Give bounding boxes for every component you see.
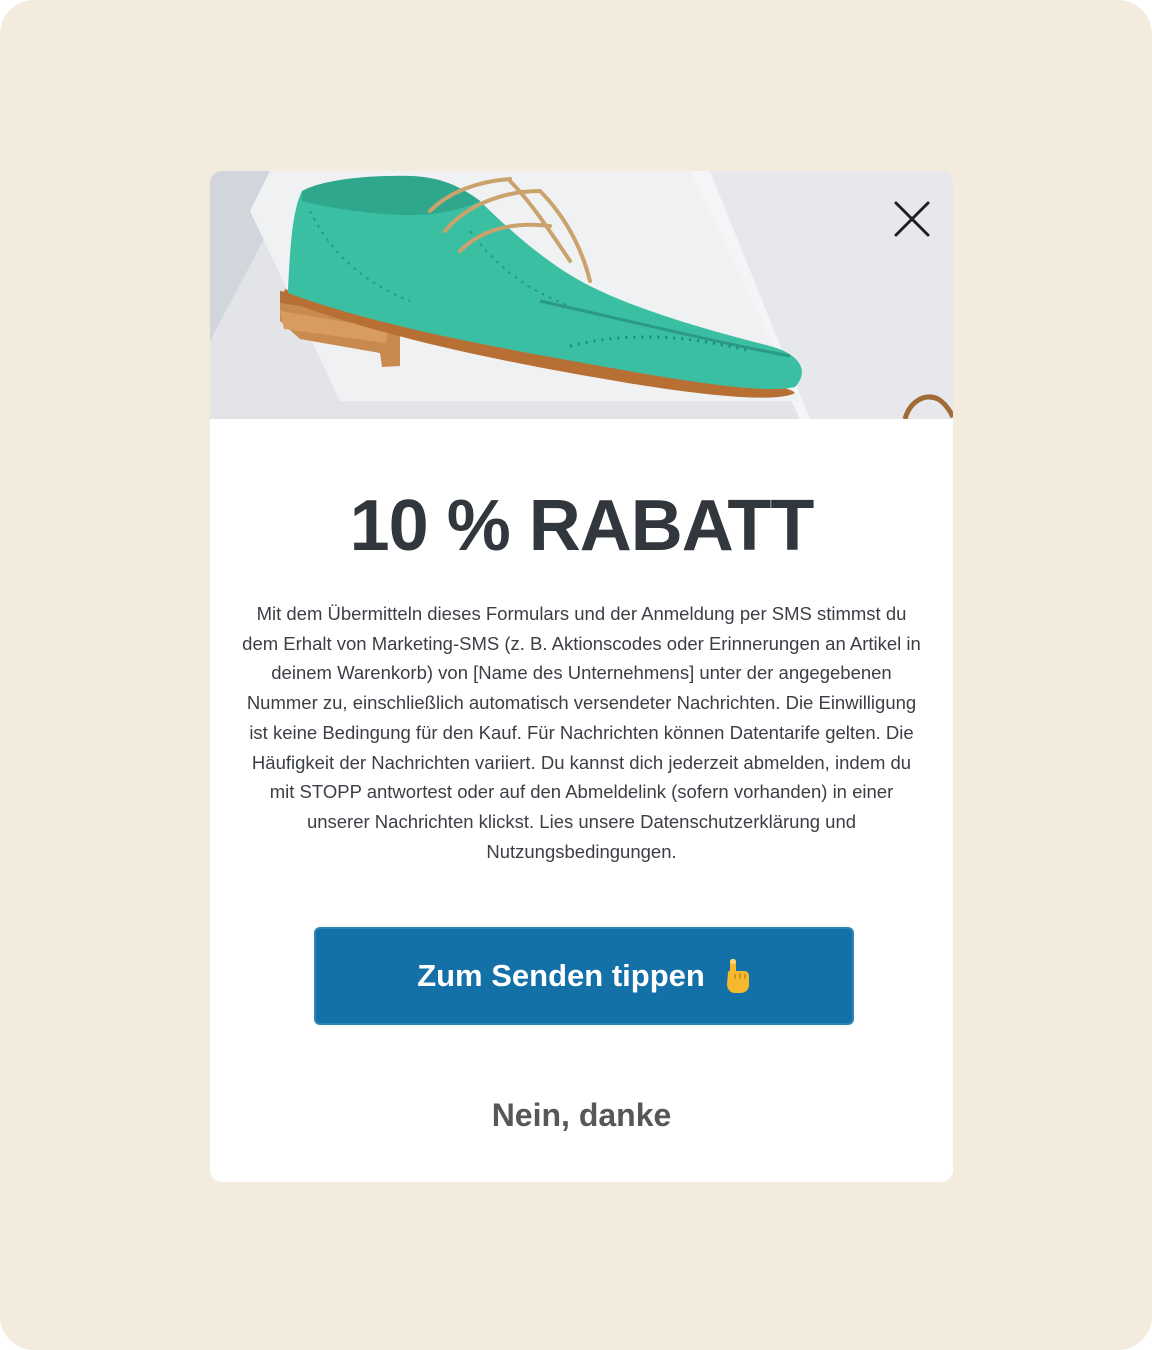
submit-button-label: Zum Senden tippen <box>417 958 705 993</box>
close-icon <box>894 201 930 237</box>
submit-button[interactable]: Zum Senden tippen <box>314 927 854 1025</box>
sms-signup-popup: 10 % RABATT Mit dem Übermitteln dieses F… <box>210 171 953 1182</box>
shoe-image <box>210 171 953 419</box>
hero-image <box>210 171 953 419</box>
close-button[interactable] <box>888 195 936 243</box>
decline-link[interactable]: Nein, danke <box>210 1095 953 1135</box>
pointing-hand-icon <box>726 959 749 993</box>
consent-disclaimer: Mit dem Übermitteln dieses Formulars und… <box>242 603 921 862</box>
page-background: 10 % RABATT Mit dem Übermitteln dieses F… <box>0 0 1152 1350</box>
popup-title: 10 % RABATT <box>349 486 815 566</box>
